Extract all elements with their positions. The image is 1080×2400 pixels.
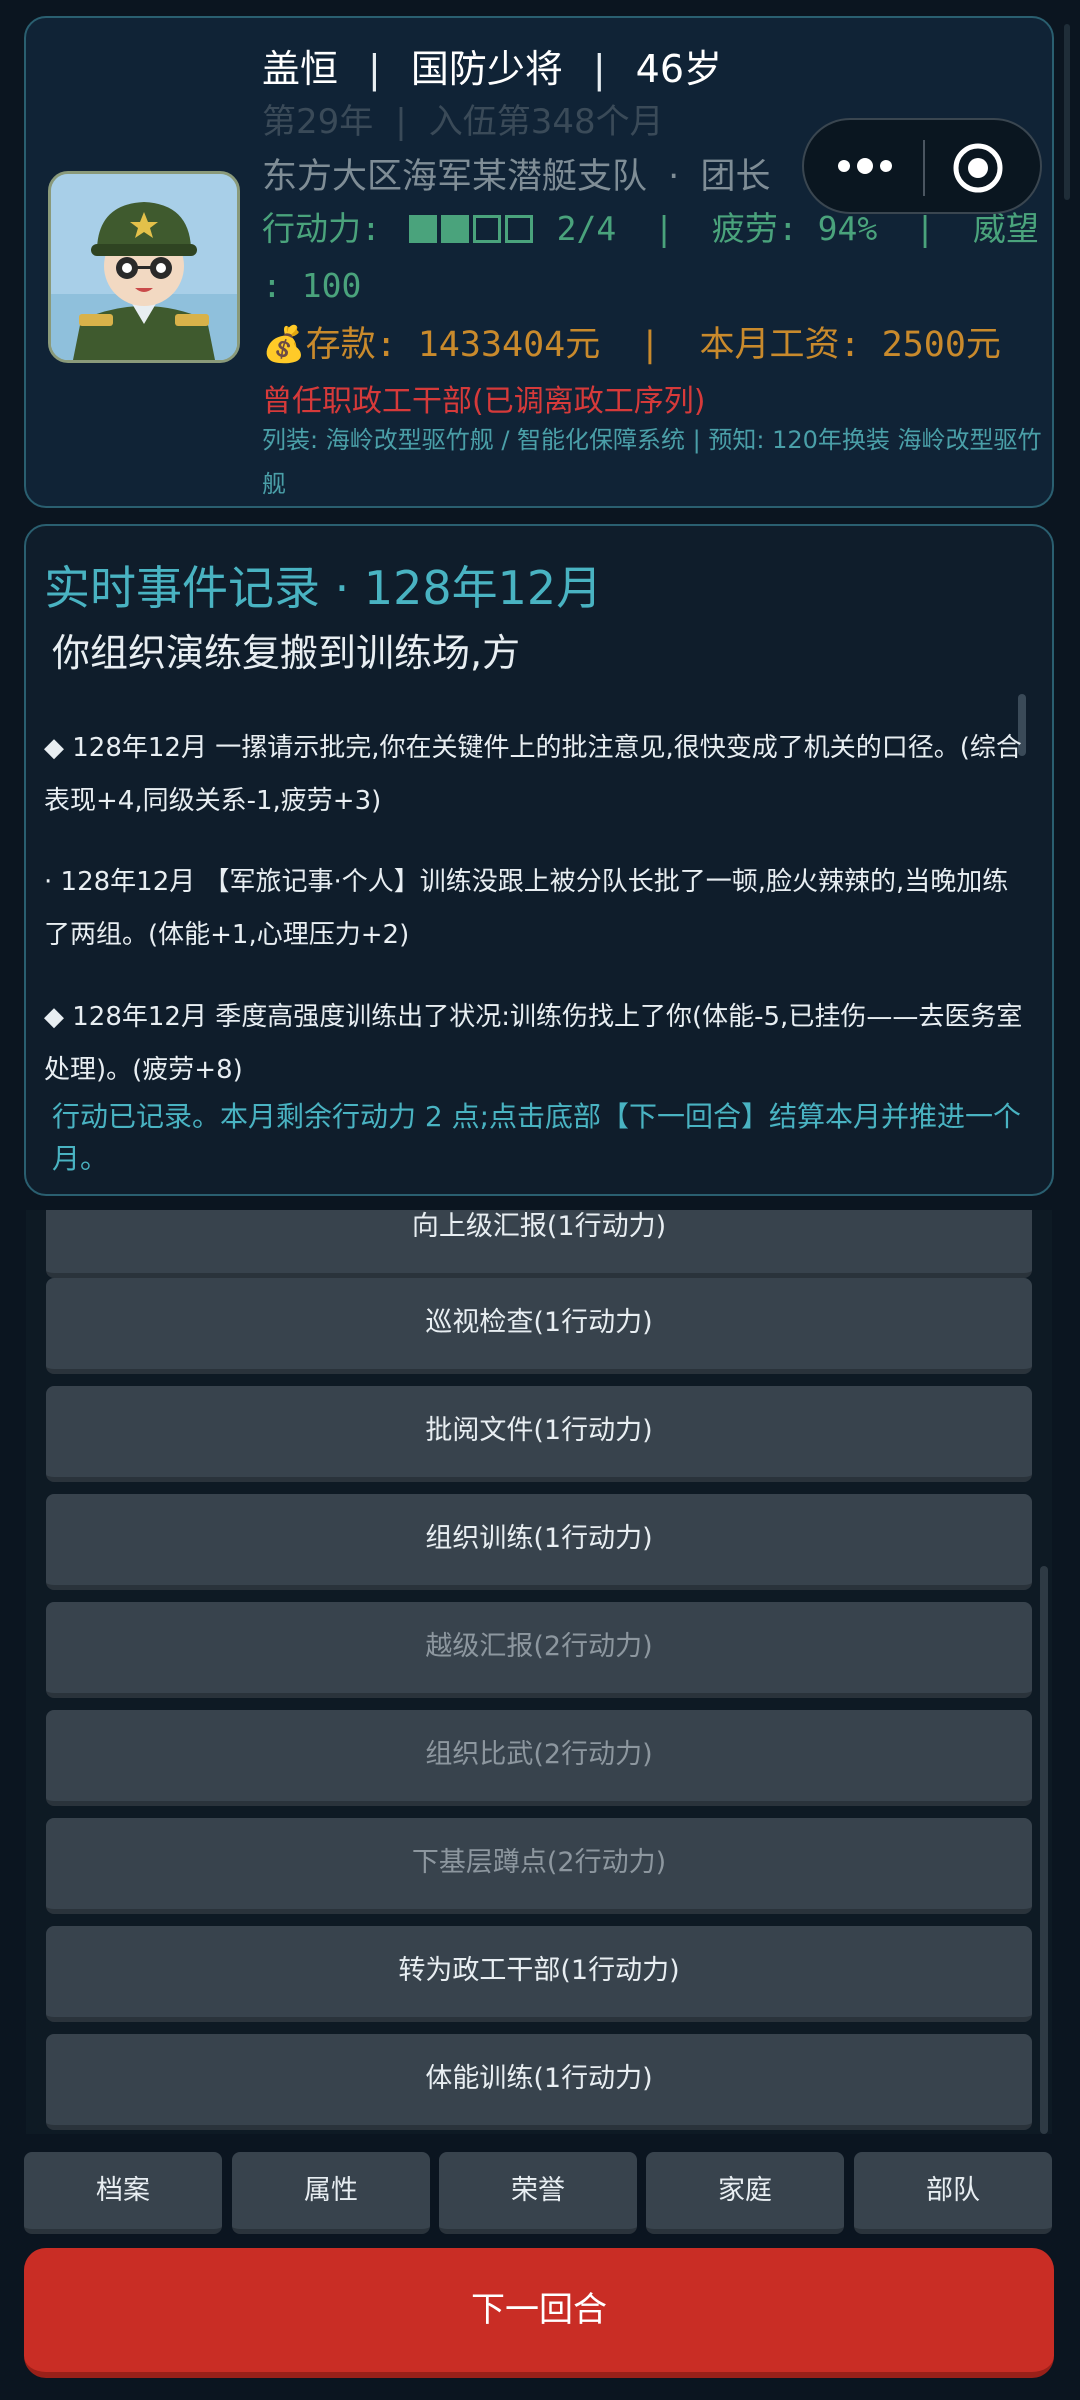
separator: | (639, 325, 661, 365)
unit-line: 东方大区海军某潜艇支队 · 团长 (262, 148, 770, 199)
action-block-filled (408, 215, 437, 243)
action-button-transfer-political[interactable]: 转为政工干部(1行动力) (46, 1926, 1032, 2022)
separator: | (592, 47, 606, 91)
prestige-value: : 100 (262, 266, 362, 305)
position-title: 团长 (700, 157, 771, 197)
tab-honors[interactable]: 荣誉 (439, 2152, 637, 2234)
event-log-title: 实时事件记录 · 128年12月 (44, 561, 603, 615)
action-points-text: 2/4 (556, 209, 617, 248)
action-button-review-documents[interactable]: 批阅文件(1行动力) (46, 1386, 1032, 1482)
tab-family[interactable]: 家庭 (646, 2152, 844, 2234)
player-name: 盖恒 (262, 47, 339, 91)
prestige-label: 威望 (972, 209, 1039, 248)
action-button-skip-level-report[interactable]: 越级汇报(2行动力) (46, 1602, 1032, 1698)
event-log-card: 实时事件记录 · 128年12月 你组织演练复搬到训练场,方 ◆ 128年12月… (24, 524, 1054, 1196)
separator: | (654, 209, 674, 248)
fatigue-value: 疲劳: 94% (711, 209, 878, 248)
player-age: 46岁 (635, 47, 723, 91)
action-button-organize-contest[interactable]: 组织比武(2行动力) (46, 1710, 1032, 1806)
money-line: 💰存款: 1433404元 | 本月工资: 2500元 (262, 316, 1001, 367)
target-close-icon[interactable] (952, 142, 1004, 194)
action-block-empty (472, 215, 501, 243)
separator: | (915, 209, 935, 248)
profile-card: 盖恒 | 国防少将 | 46岁 第29年 | 入伍第348个月 东方大区海军某潜艇支队 · … (24, 16, 1054, 508)
name-line: 盖恒 | 国防少将 | 46岁 (262, 38, 722, 93)
player-rank: 国防少将 (410, 47, 563, 91)
service-months: 入伍第348个月 (428, 102, 664, 142)
former-post: 曾任职政工干部(已调离政工序列) (262, 384, 706, 419)
action-list-scrollbar[interactable] (1040, 1566, 1048, 2134)
page-scrollbar[interactable] (1064, 24, 1070, 200)
capsule-divider (923, 140, 925, 196)
event-log-subtitle: 你组织演练复搬到训练场,方 (52, 631, 521, 675)
action-button-organize-training[interactable]: 组织训练(1行动力) (46, 1494, 1032, 1590)
service-line: 第29年 | 入伍第348个月 (262, 94, 664, 143)
unit-separator: · (668, 157, 680, 197)
event-log-footer: 行动已记录。本月剩余行动力 2 点;点击底部【下一回合】结算本月并推进一个月。 (52, 1100, 1022, 1175)
action-button-report-superior[interactable]: 向上级汇报(1行动力) (46, 1210, 1032, 1278)
savings-value: 存款: 1433404元 (305, 325, 601, 365)
action-list: 向上级汇报(1行动力) 巡视检查(1行动力) 批阅文件(1行动力) 组织训练(1… (26, 1210, 1052, 2134)
prestige-line: : 100 (262, 266, 361, 305)
separator: | (395, 102, 407, 142)
action-label: 行动力: (262, 209, 381, 248)
avatar (48, 171, 240, 363)
action-button-patrol-inspection[interactable]: 巡视检查(1行动力) (46, 1278, 1032, 1374)
event-item: ◆ 128年12月 季度高强度训练出了状况:训练伤找上了你(体能-5,已挂伤——… (44, 1002, 1023, 1085)
soldier-avatar-icon (51, 174, 237, 360)
miniprogram-capsule (802, 118, 1042, 214)
service-year: 第29年 (262, 102, 374, 142)
action-block-empty (504, 215, 533, 243)
salary-value: 本月工资: 2500元 (699, 325, 1001, 365)
action-points-bar (408, 209, 557, 248)
tab-attributes[interactable]: 属性 (232, 2152, 430, 2234)
tab-troops[interactable]: 部队 (854, 2152, 1052, 2234)
action-block-filled (440, 215, 469, 243)
next-turn-button[interactable]: 下一回合 (24, 2248, 1054, 2378)
event-item: · 128年12月 【军旅记事·个人】训练没跟上被分队长批了一顿,脸火辣辣的,当… (44, 867, 1009, 950)
action-button-physical-training[interactable]: 体能训练(1行动力) (46, 2034, 1032, 2130)
unit-name: 东方大区海军某潜艇支队 (262, 157, 648, 197)
event-item: ◆ 128年12月 一摞请示批完,你在关键件上的批注意见,很快变成了机关的口径。… (44, 733, 1022, 816)
moneybag-icon: 💰 (262, 325, 306, 365)
more-dots-icon[interactable] (830, 146, 900, 186)
equipment-info: 列装: 海岭改型驱竹舰 / 智能化保障系统 | 预知: 120年换装 海岭改型驱… (262, 426, 1042, 498)
separator: | (368, 47, 381, 91)
tab-profile[interactable]: 档案 (24, 2152, 222, 2234)
action-button-grassroots-visit[interactable]: 下基层蹲点(2行动力) (46, 1818, 1032, 1914)
